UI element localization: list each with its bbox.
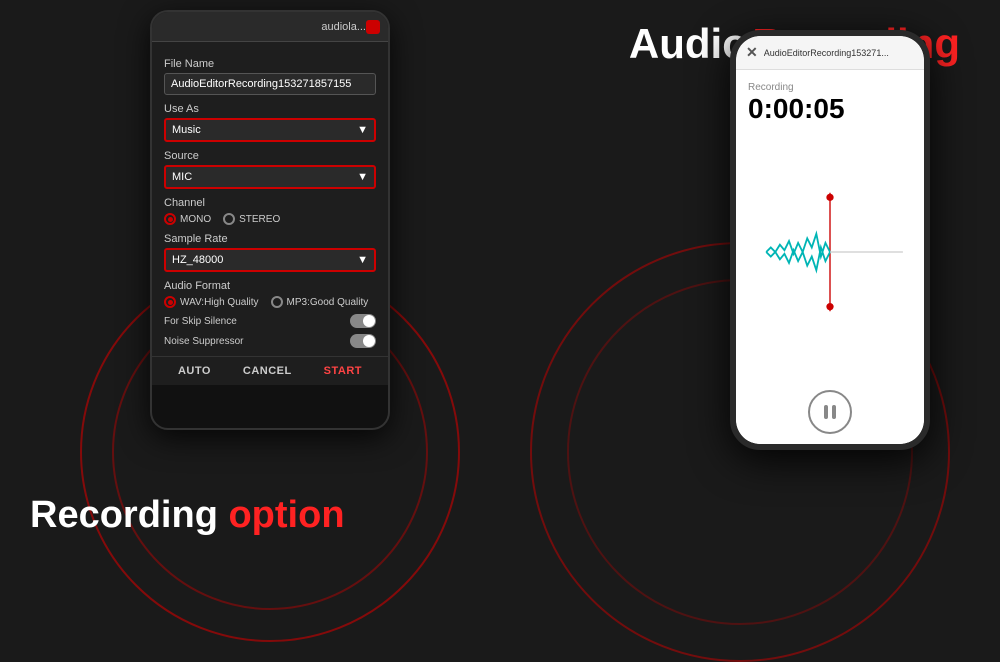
sample-rate-label: Sample Rate: [164, 233, 376, 245]
bottom-title: Recording option: [30, 494, 345, 537]
bottom-option-text: option: [228, 494, 344, 536]
skip-silence-row: For Skip Silence: [164, 314, 376, 328]
file-name-value: AudioEditorRecording153271857155: [164, 73, 376, 95]
bottom-recording-text: Recording: [30, 494, 218, 536]
skip-silence-label: For Skip Silence: [164, 316, 237, 327]
audio-format-mp3-option[interactable]: MP3:Good Quality: [271, 296, 369, 308]
pause-bar-left: [824, 405, 828, 419]
recording-timer: 0:00:05: [748, 93, 912, 125]
phone-left-app-label: audiola...: [321, 21, 366, 33]
audio-format-mp3-radio[interactable]: [271, 296, 283, 308]
recording-status-label: Recording: [748, 82, 912, 93]
sample-rate-value: HZ_48000: [172, 254, 223, 266]
channel-radio-group: MONO STEREO: [164, 213, 376, 225]
channel-mono-label: MONO: [180, 214, 211, 225]
channel-stereo-label: STEREO: [239, 214, 280, 225]
recording-file-title: AudioEditorRecording153271...: [764, 48, 914, 58]
channel-mono-radio[interactable]: [164, 213, 176, 225]
channel-stereo-option[interactable]: STEREO: [223, 213, 280, 225]
use-as-label: Use As: [164, 103, 376, 115]
sample-rate-dropdown[interactable]: HZ_48000 ▼: [164, 248, 376, 272]
phone-right: ✕ AudioEditorRecording153271... Recordin…: [730, 30, 930, 450]
phone-right-inner: ✕ AudioEditorRecording153271... Recordin…: [736, 36, 924, 444]
use-as-arrow: ▼: [357, 124, 368, 136]
skip-silence-knob: [363, 315, 375, 327]
pause-bar-right: [832, 405, 836, 419]
recording-footer: [736, 380, 924, 444]
dialog-content: File Name AudioEditorRecording1532718571…: [152, 42, 388, 356]
noise-suppressor-row: Noise Suppressor: [164, 334, 376, 348]
source-dropdown[interactable]: MIC ▼: [164, 165, 376, 189]
phone-left-topbar: audiola...: [152, 12, 388, 42]
audio-format-label: Audio Format: [164, 280, 376, 292]
sample-rate-arrow: ▼: [357, 254, 368, 266]
noise-suppressor-knob: [363, 335, 375, 347]
audio-format-mp3-label: MP3:Good Quality: [287, 297, 369, 308]
audio-format-radio-group: WAV:High Quality MP3:Good Quality: [164, 296, 376, 308]
phone-left: audiola... File Name AudioEditorRecordin…: [150, 10, 390, 430]
source-label: Source: [164, 150, 376, 162]
audio-format-wav-radio[interactable]: [164, 296, 176, 308]
audio-format-wav-option[interactable]: WAV:High Quality: [164, 296, 259, 308]
use-as-value: Music: [172, 124, 201, 136]
waveform-container: [748, 135, 912, 368]
channel-label: Channel: [164, 197, 376, 209]
audio-format-wav-label: WAV:High Quality: [180, 297, 259, 308]
dialog-buttons: AUTO CANCEL START: [152, 356, 388, 385]
noise-suppressor-toggle[interactable]: [350, 334, 376, 348]
channel-mono-option[interactable]: MONO: [164, 213, 211, 225]
cancel-button[interactable]: CANCEL: [243, 365, 292, 377]
skip-silence-toggle[interactable]: [350, 314, 376, 328]
use-as-dropdown[interactable]: Music ▼: [164, 118, 376, 142]
recording-close-icon[interactable]: ✕: [746, 44, 758, 61]
start-button[interactable]: START: [324, 365, 362, 377]
file-name-label: File Name: [164, 58, 376, 70]
pause-icon: [824, 405, 836, 419]
close-btn-red[interactable]: [366, 20, 380, 34]
auto-button[interactable]: AUTO: [178, 365, 211, 377]
pause-button[interactable]: [808, 390, 852, 434]
source-value: MIC: [172, 171, 192, 183]
recording-header: ✕ AudioEditorRecording153271...: [736, 36, 924, 70]
noise-suppressor-label: Noise Suppressor: [164, 336, 243, 347]
waveform-svg: [748, 182, 912, 322]
channel-stereo-radio[interactable]: [223, 213, 235, 225]
recording-body: Recording 0:00:05: [736, 70, 924, 380]
source-arrow: ▼: [357, 171, 368, 183]
